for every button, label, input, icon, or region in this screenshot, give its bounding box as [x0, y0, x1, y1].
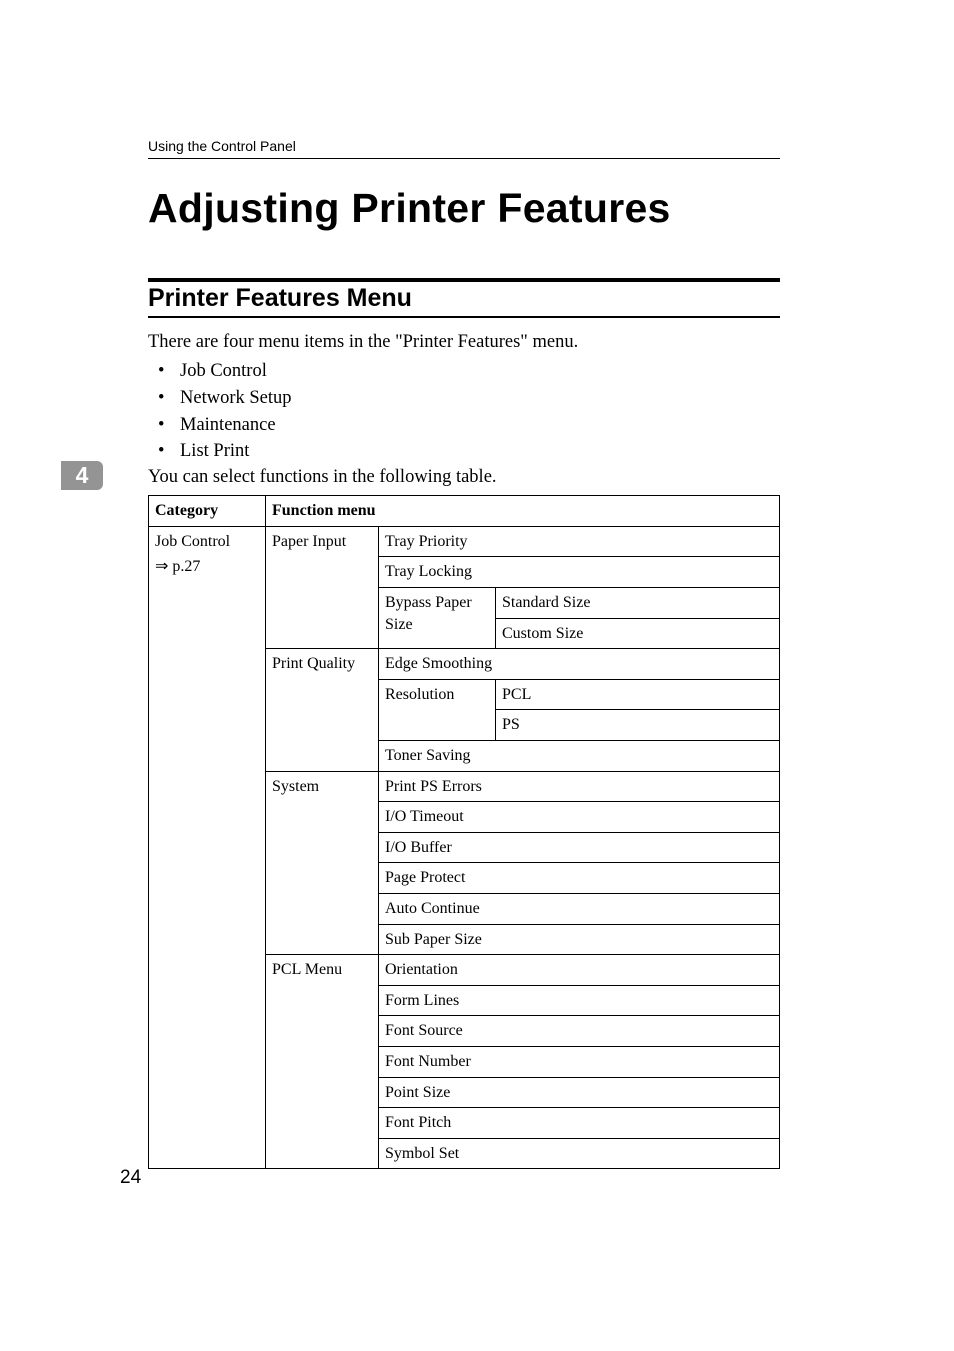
category-page-ref: ⇒ p.27 — [155, 556, 259, 578]
cell-category: Job Control ⇒ p.27 — [149, 526, 266, 1168]
cell-item: Font Number — [379, 1046, 780, 1077]
cell-item: Print PS Errors — [379, 771, 780, 802]
menu-items-list: Job Control Network Setup Maintenance Li… — [156, 358, 780, 465]
cell-item: Tray Priority — [379, 526, 780, 557]
list-item: Maintenance — [156, 412, 780, 439]
cell-subitem: Bypass Paper Size — [379, 588, 496, 649]
cell-subitem: Resolution — [379, 679, 496, 740]
table-header-row: Category Function menu — [149, 496, 780, 527]
page-number: 24 — [120, 1167, 141, 1189]
features-table: Category Function menu Job Control ⇒ p.2… — [148, 495, 780, 1169]
cell-value: Standard Size — [496, 588, 780, 619]
cell-item: Sub Paper Size — [379, 924, 780, 955]
cell-function-menu: Paper Input — [266, 526, 379, 648]
list-item: Network Setup — [156, 385, 780, 412]
chapter-tab: 4 — [61, 461, 103, 490]
cell-item: Auto Continue — [379, 893, 780, 924]
intro-text: There are four menu items in the "Printe… — [148, 332, 780, 353]
cell-item: I/O Buffer — [379, 832, 780, 863]
section-title: Printer Features Menu — [148, 278, 780, 318]
category-name: Job Control — [155, 533, 230, 550]
cell-item: Font Source — [379, 1016, 780, 1047]
cell-item: Form Lines — [379, 985, 780, 1016]
cell-item: Point Size — [379, 1077, 780, 1108]
cell-function-menu: Print Quality — [266, 649, 379, 771]
list-item: Job Control — [156, 358, 780, 385]
cell-value: PCL — [496, 679, 780, 710]
cell-function-menu: PCL Menu — [266, 955, 379, 1169]
list-item: List Print — [156, 438, 780, 465]
cell-value: PS — [496, 710, 780, 741]
table-row: Job Control ⇒ p.27 Paper Input Tray Prio… — [149, 526, 780, 557]
table-intro-text: You can select functions in the followin… — [148, 467, 780, 488]
cell-item: Tray Locking — [379, 557, 780, 588]
cell-item: Edge Smoothing — [379, 649, 780, 680]
cell-item: Font Pitch — [379, 1108, 780, 1139]
cell-item: Page Protect — [379, 863, 780, 894]
cell-function-menu: System — [266, 771, 379, 955]
running-header: Using the Control Panel — [148, 138, 780, 159]
cell-item: I/O Timeout — [379, 802, 780, 833]
cell-item: Toner Saving — [379, 741, 780, 772]
cell-item: Symbol Set — [379, 1138, 780, 1169]
header-function-menu: Function menu — [266, 496, 780, 527]
page-title: Adjusting Printer Features — [148, 185, 780, 232]
header-category: Category — [149, 496, 266, 527]
cell-item: Orientation — [379, 955, 780, 986]
cell-value: Custom Size — [496, 618, 780, 649]
